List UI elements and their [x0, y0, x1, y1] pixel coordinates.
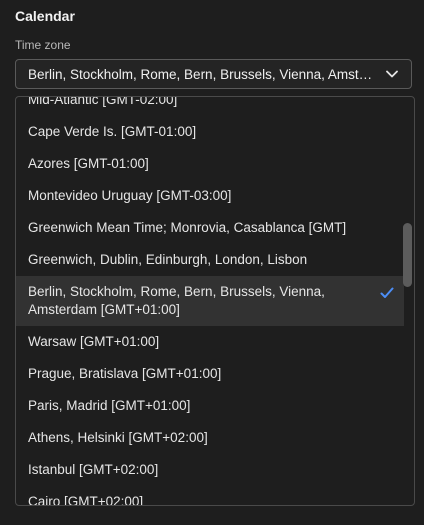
timezone-option-label: Berlin, Stockholm, Rome, Bern, Brussels,…	[28, 284, 325, 317]
timezone-select[interactable]: Berlin, Stockholm, Rome, Bern, Brussels,…	[15, 59, 412, 89]
calendar-settings-panel: Calendar Time zone Berlin, Stockholm, Ro…	[0, 0, 424, 525]
section-title: Calendar	[15, 8, 75, 24]
timezone-listbox[interactable]: Mid-Atlantic [GMT-02:00] Cape Verde Is. …	[15, 96, 415, 506]
timezone-option[interactable]: Warsaw [GMT+01:00]	[16, 326, 404, 358]
listbox-scrollbar[interactable]	[403, 97, 412, 505]
timezone-option[interactable]: Mid-Atlantic [GMT-02:00]	[16, 97, 404, 116]
timezone-label: Time zone	[15, 38, 71, 52]
timezone-option[interactable]: Cairo [GMT+02:00]	[16, 486, 404, 505]
timezone-option[interactable]: Cape Verde Is. [GMT-01:00]	[16, 116, 404, 148]
timezone-option-selected[interactable]: Berlin, Stockholm, Rome, Bern, Brussels,…	[16, 276, 404, 326]
timezone-option[interactable]: Montevideo Uruguay [GMT-03:00]	[16, 180, 404, 212]
timezone-option[interactable]: Azores [GMT-01:00]	[16, 148, 404, 180]
timezone-selected-value: Berlin, Stockholm, Rome, Bern, Brussels,…	[28, 66, 375, 82]
timezone-option[interactable]: Athens, Helsinki [GMT+02:00]	[16, 422, 404, 454]
timezone-option[interactable]: Greenwich, Dublin, Edinburgh, London, Li…	[16, 244, 404, 276]
checkmark-icon	[380, 286, 394, 298]
timezone-option[interactable]: Prague, Bratislava [GMT+01:00]	[16, 358, 404, 390]
scrollbar-thumb[interactable]	[403, 223, 412, 287]
timezone-option[interactable]: Istanbul [GMT+02:00]	[16, 454, 404, 486]
timezone-option[interactable]: Paris, Madrid [GMT+01:00]	[16, 390, 404, 422]
chevron-down-icon	[385, 67, 399, 81]
timezone-option[interactable]: Greenwich Mean Time; Monrovia, Casablanc…	[16, 212, 404, 244]
timezone-options: Mid-Atlantic [GMT-02:00] Cape Verde Is. …	[16, 97, 404, 505]
